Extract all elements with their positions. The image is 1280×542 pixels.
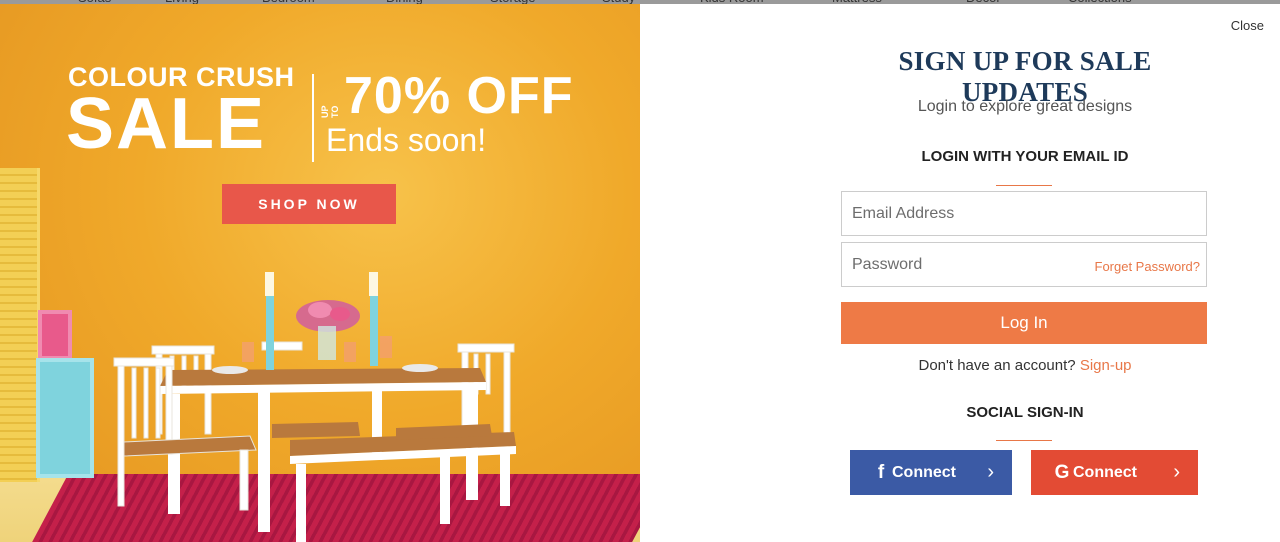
signup-modal: COLOUR CRUSH SALE UP TO 70% OFF Ends soo… — [0, 4, 1280, 542]
promo-title-line2: SALE — [66, 84, 267, 164]
promo-divider — [312, 74, 314, 162]
promo-ends: Ends soon! — [326, 122, 487, 158]
password-field-wrapper: Forget Password? — [841, 242, 1207, 287]
promo-offer: 70% OFF — [344, 67, 574, 125]
signup-link[interactable]: Sign-up — [1080, 357, 1132, 374]
social-section-title: SOCIAL SIGN-IN — [966, 404, 1084, 421]
login-button[interactable]: Log In — [841, 302, 1207, 344]
facebook-connect-button[interactable]: f Connect › — [850, 450, 1012, 495]
promo-upto: UP TO — [320, 105, 340, 118]
modal-subtitle: Login to explore great designs — [917, 98, 1133, 115]
email-section-title: LOGIN WITH YOUR EMAIL ID — [921, 148, 1129, 165]
shop-now-button[interactable]: SHOP NOW — [222, 184, 396, 224]
signup-form-panel: Close SIGN UP FOR SALE UPDATES Login to … — [640, 4, 1280, 542]
google-connect-button[interactable]: G Connect › — [1031, 450, 1198, 495]
facebook-icon: f — [877, 461, 885, 483]
promo-banner[interactable]: COLOUR CRUSH SALE UP TO 70% OFF Ends soo… — [0, 4, 640, 542]
account-prompt-row: Don't have an account? Sign-up — [840, 357, 1210, 374]
google-connect-label: Connect — [1073, 463, 1137, 481]
email-input[interactable] — [842, 192, 1206, 235]
forgot-password-link[interactable]: Forget Password? — [1095, 259, 1201, 274]
google-icon: G — [1054, 461, 1070, 483]
email-field-wrapper — [841, 191, 1207, 236]
facebook-connect-label: Connect — [892, 463, 956, 481]
chevron-right-icon: › — [987, 461, 994, 483]
close-button[interactable]: Close — [1231, 18, 1264, 33]
social-section-divider — [996, 440, 1052, 441]
account-prompt-text: Don't have an account? — [918, 357, 1076, 374]
email-section-divider — [996, 185, 1052, 186]
chevron-right-icon: › — [1173, 461, 1180, 483]
